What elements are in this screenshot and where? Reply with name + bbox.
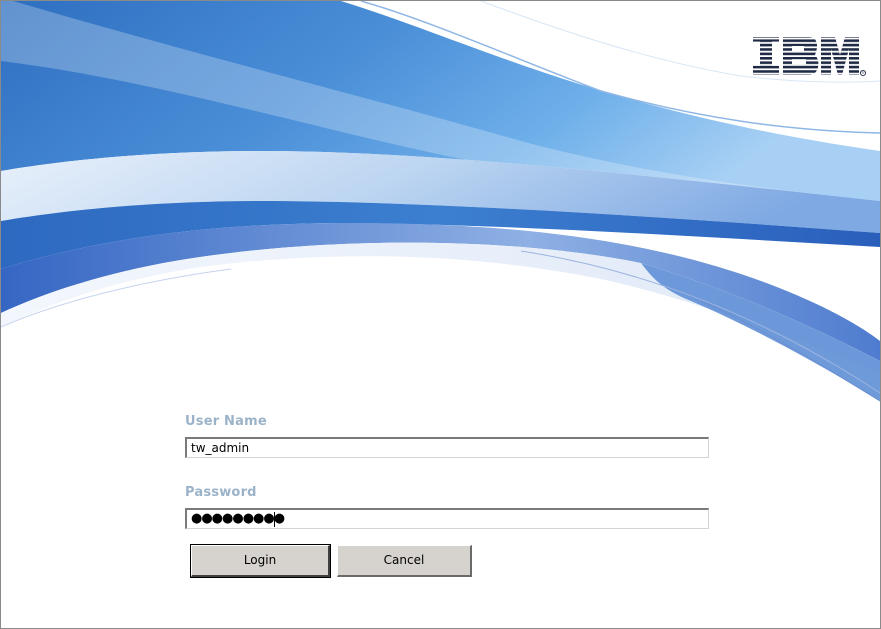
- text-caret: [274, 512, 275, 527]
- username-field[interactable]: tw_admin: [185, 437, 709, 458]
- wave-banner: [1, 1, 880, 402]
- login-button[interactable]: Login: [190, 544, 331, 578]
- password-label: Password: [185, 485, 257, 500]
- registered-mark: ®: [861, 71, 864, 75]
- username-label: User Name: [185, 414, 267, 429]
- login-window: ® User Name tw_admin Password ●●●●●●●●● …: [0, 0, 881, 629]
- ibm-logo: ®: [753, 37, 867, 77]
- username-value: tw_admin: [191, 441, 250, 455]
- cancel-button[interactable]: Cancel: [337, 545, 472, 577]
- password-value: ●●●●●●●●●: [191, 511, 285, 526]
- password-field[interactable]: ●●●●●●●●●: [185, 508, 709, 529]
